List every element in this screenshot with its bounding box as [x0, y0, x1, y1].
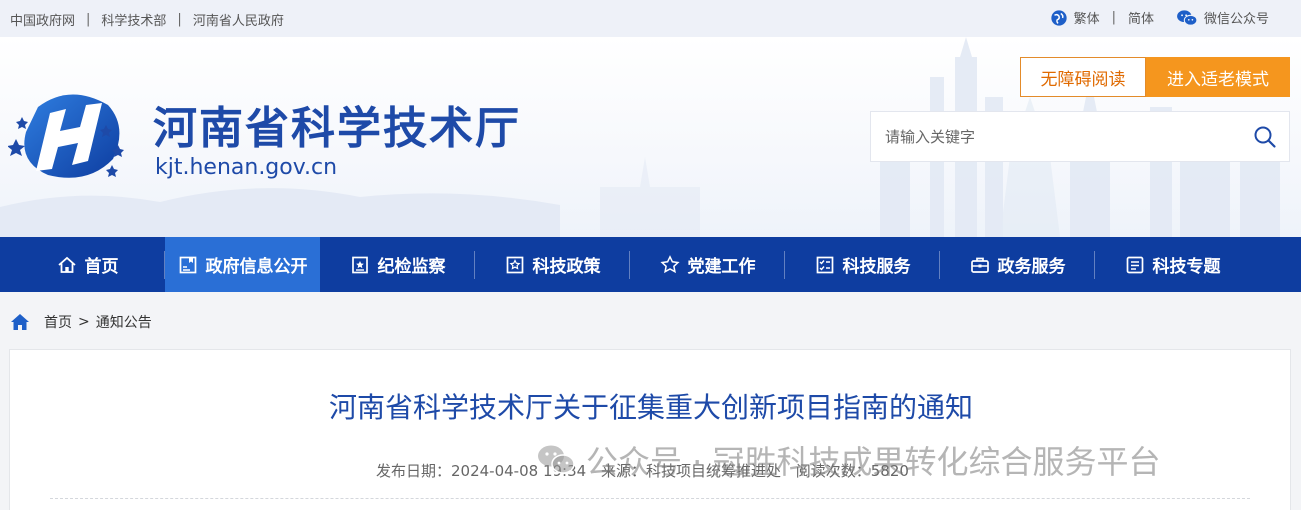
breadcrumb-separator: > — [78, 314, 90, 330]
nav-item-label: 政务服务 — [997, 257, 1066, 277]
star-icon — [659, 254, 680, 273]
separator: | — [86, 12, 91, 27]
nav-item-home[interactable]: 首页 — [10, 237, 165, 292]
nav-item-label: 首页 — [84, 257, 119, 277]
search-input[interactable] — [885, 112, 1235, 161]
separator: | — [177, 12, 182, 27]
separator: | — [1111, 10, 1116, 25]
nav-item-party-building[interactable]: 党建工作 — [630, 237, 785, 292]
info-disclosure-icon — [179, 256, 196, 273]
article-title: 河南省科学技术厅关于征集重大创新项目指南的通知 — [328, 391, 973, 424]
breadcrumb-home-link[interactable]: 首页 — [44, 312, 72, 332]
briefcase-icon — [970, 257, 989, 273]
breadcrumb-current-link[interactable]: 通知公告 — [96, 312, 152, 332]
article-card: 河南省科学技术厅关于征集重大创新项目指南的通知 发布日期：2024-04-08 … — [9, 349, 1291, 510]
traditional-chinese-link[interactable]: 繁体 — [1074, 8, 1100, 27]
wechat-official-account-link[interactable]: 微信公众号 — [1204, 8, 1269, 27]
site-logo-icon[interactable] — [8, 87, 132, 187]
checklist-icon — [816, 256, 833, 273]
elder-mode-button[interactable]: 进入适老模式 — [1146, 57, 1290, 97]
nav-item-info-disclosure[interactable]: 政府信息公开 — [165, 237, 320, 292]
nav-item-inspection[interactable]: 纪检监察 — [320, 237, 475, 292]
top-utility-bar: 中国政府网 | 科学技术部 | 河南省人民政府 繁体 | 简体 微信公众号 — [0, 0, 1301, 37]
home-icon — [11, 314, 29, 330]
nav-item-policy[interactable]: 科技政策 — [475, 237, 630, 292]
language-and-social: 繁体 | 简体 微信公众号 — [1050, 8, 1269, 27]
site-header: 河南省科学技术厅 kjt.henan.gov.cn 无障碍阅读 进入适老模式 — [0, 37, 1301, 237]
nav-item-tech-service[interactable]: 科技服务 — [785, 237, 940, 292]
nav-item-label: 纪检监察 — [377, 257, 446, 277]
simplified-chinese-link[interactable]: 简体 — [1128, 8, 1154, 27]
nav-item-label: 政府信息公开 — [205, 257, 308, 277]
divider — [50, 498, 1250, 499]
breadcrumb: 首页 > 通知公告 — [10, 312, 152, 332]
nav-item-label: 党建工作 — [687, 257, 756, 277]
policy-icon — [506, 256, 523, 273]
search-box — [870, 111, 1290, 162]
external-links: 中国政府网 | 科学技术部 | 河南省人民政府 — [10, 10, 284, 29]
home-icon — [57, 256, 76, 273]
link-gov-cn[interactable]: 中国政府网 — [10, 10, 75, 29]
watermark-text: 公众号 · 冠胜科技成果转化综合服务平台 — [586, 443, 1161, 481]
watermark: 公众号 · 冠胜科技成果转化综合服务平台 — [536, 437, 1161, 483]
globe-icon — [1050, 9, 1067, 26]
link-most[interactable]: 科学技术部 — [101, 10, 166, 29]
site-title[interactable]: 河南省科学技术厅 — [153, 92, 521, 156]
inspection-icon — [351, 256, 368, 273]
nav-item-tech-topics[interactable]: 科技专题 — [1095, 237, 1250, 292]
nav-item-label: 科技专题 — [1152, 257, 1221, 277]
wechat-icon — [538, 445, 575, 474]
topic-list-icon — [1126, 256, 1143, 273]
site-domain: kjt.henan.gov.cn — [155, 155, 338, 180]
nav-item-label: 科技政策 — [532, 257, 601, 277]
nav-item-gov-service[interactable]: 政务服务 — [940, 237, 1095, 292]
wechat-icon — [1177, 9, 1198, 26]
search-icon[interactable] — [1253, 125, 1277, 149]
main-nav: 首页 政府信息公开 纪检监察 科技政策 党建工作 科技服务 政务服务 科技专题 — [0, 237, 1301, 292]
nav-item-label: 科技服务 — [842, 257, 911, 277]
accessible-reading-button[interactable]: 无障碍阅读 — [1020, 57, 1146, 97]
link-henan-gov[interactable]: 河南省人民政府 — [193, 10, 284, 29]
